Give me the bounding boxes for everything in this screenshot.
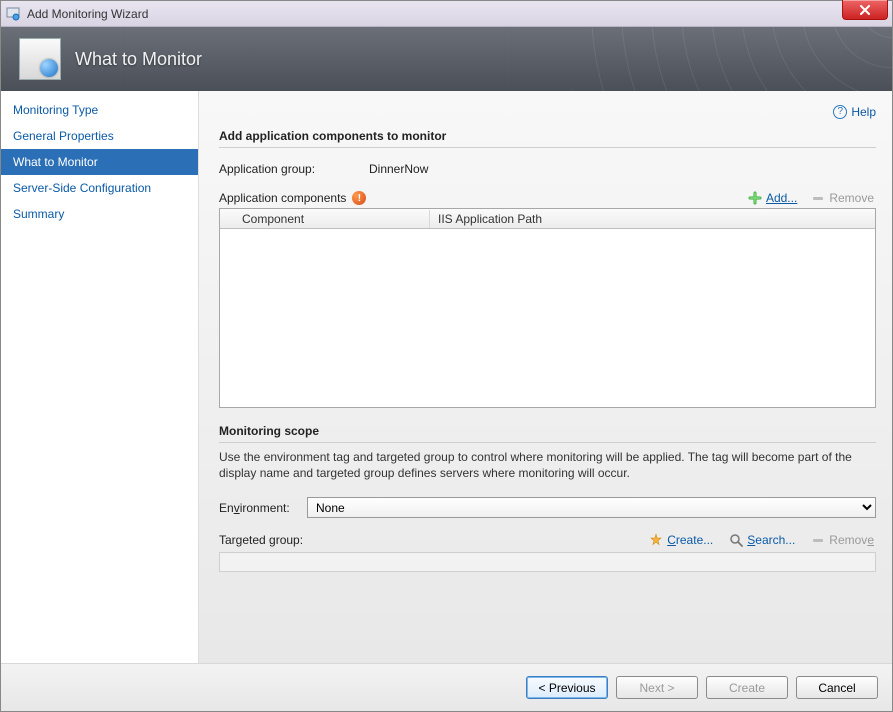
close-icon [859,5,871,15]
close-button[interactable] [842,0,888,20]
sidebar-item-label: Monitoring Type [13,103,98,117]
sidebar: Monitoring Type General Properties What … [1,91,199,663]
sidebar-item-label: General Properties [13,129,114,143]
banner: What to Monitor [1,27,892,91]
sidebar-item-server-side-configuration[interactable]: Server-Side Configuration [1,175,198,201]
components-table[interactable]: Component IIS Application Path [219,208,876,408]
add-button[interactable]: Add... [746,190,799,206]
banner-icon [19,38,61,80]
help-icon: ? [833,105,847,119]
search-label: Search... [747,533,795,547]
warning-icon: ! [352,191,366,205]
previous-button[interactable]: < Previous [526,676,608,699]
sidebar-item-label: Server-Side Configuration [13,181,151,195]
table-header: Component IIS Application Path [220,209,875,229]
sidebar-item-what-to-monitor[interactable]: What to Monitor [1,149,198,175]
create-button[interactable]: Create... [647,532,715,548]
add-label: Add... [766,191,797,205]
sidebar-item-monitoring-type[interactable]: Monitoring Type [1,97,198,123]
targeted-group-label: Targeted group: [219,533,319,547]
sidebar-item-label: Summary [13,207,64,221]
create-label: Create... [667,533,713,547]
scope-description: Use the environment tag and targeted gro… [219,449,876,481]
minus-icon [811,533,825,547]
environment-select[interactable]: None [307,497,876,518]
app-icon [5,6,21,22]
cancel-button[interactable]: Cancel [796,676,878,699]
banner-heading: What to Monitor [75,49,202,70]
remove-group-button: Remove [809,532,876,548]
scope-heading: Monitoring scope [219,424,876,443]
remove-button: Remove [809,190,876,206]
col-component[interactable]: Component [220,210,430,228]
main-panel: ? Help Add application components to mon… [199,91,892,663]
next-button[interactable]: Next > [616,676,698,699]
star-icon [649,533,663,547]
components-label: Application components [219,191,346,205]
remove-label: Remove [829,191,874,205]
minus-icon [811,191,825,205]
wizard-window: Add Monitoring Wizard What to Monitor Mo… [0,0,893,712]
col-iis-path[interactable]: IIS Application Path [430,210,875,228]
section-heading: Add application components to monitor [219,129,876,148]
sidebar-item-summary[interactable]: Summary [1,201,198,227]
body: Monitoring Type General Properties What … [1,91,892,663]
targeted-group-field [219,552,876,572]
search-icon [729,533,743,547]
app-group-label: Application group: [219,162,369,176]
search-button[interactable]: Search... [727,532,797,548]
help-link[interactable]: ? Help [833,105,876,119]
footer: < Previous Next > Create Cancel [1,663,892,711]
orb-icon [40,59,58,77]
sidebar-item-label: What to Monitor [13,155,98,169]
create-wizard-button[interactable]: Create [706,676,788,699]
sidebar-item-general-properties[interactable]: General Properties [1,123,198,149]
environment-label: Environment: [219,501,299,515]
window-title: Add Monitoring Wizard [27,7,148,21]
app-group-value: DinnerNow [369,162,428,176]
plus-icon [748,191,762,205]
remove-group-label: Remove [829,533,874,547]
titlebar: Add Monitoring Wizard [1,1,892,27]
help-label: Help [851,105,876,119]
